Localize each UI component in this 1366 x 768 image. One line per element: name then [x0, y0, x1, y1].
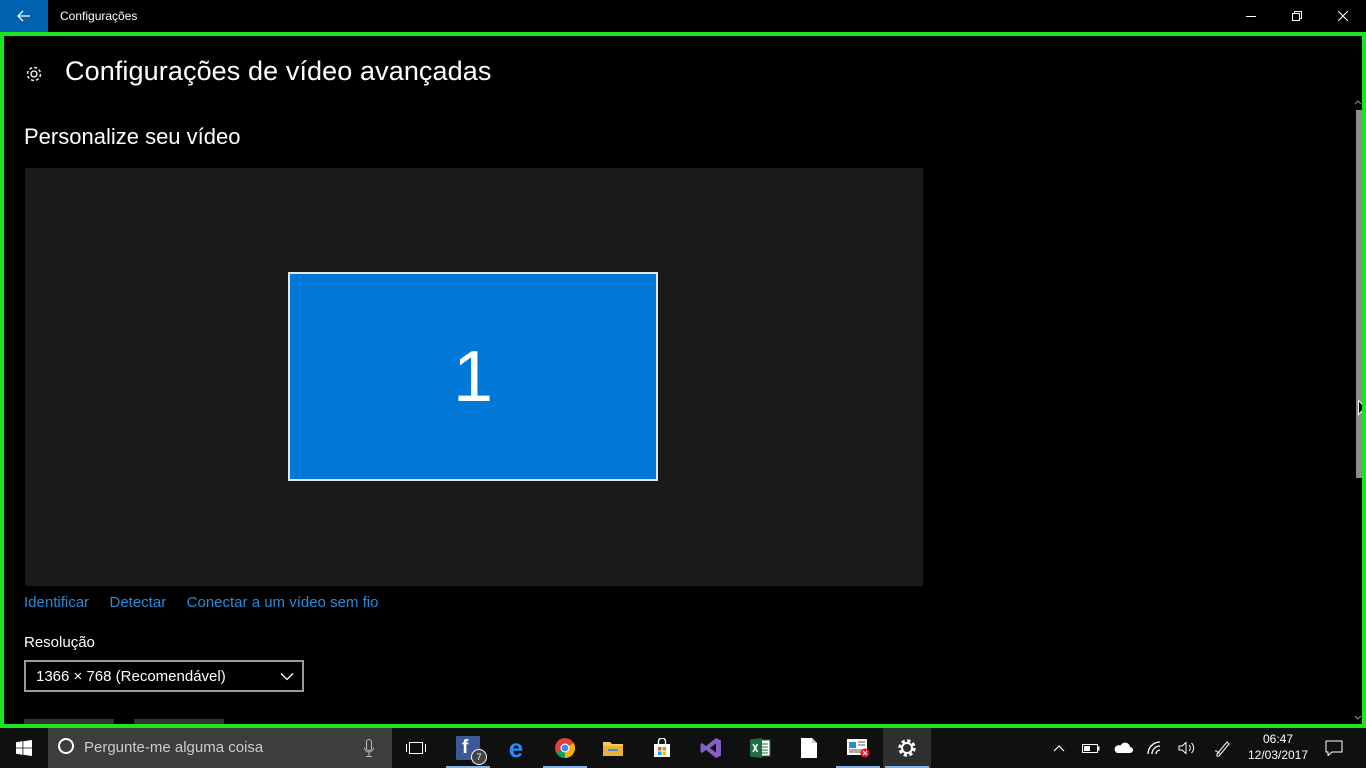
- taskbar-settings[interactable]: [883, 728, 931, 768]
- onedrive-tray[interactable]: [1108, 728, 1138, 768]
- chrome-icon: [555, 738, 576, 759]
- monitor-number: 1: [452, 336, 494, 417]
- microphone-icon[interactable]: [364, 739, 374, 757]
- gear-icon: [26, 66, 42, 82]
- page-title: Configurações de vídeo avançadas: [65, 56, 492, 86]
- taskbar-visual-studio[interactable]: [687, 728, 735, 768]
- clock-date: 12/03/2017: [1247, 748, 1309, 762]
- taskbar-file-explorer[interactable]: [589, 728, 637, 768]
- folder-icon: [603, 742, 623, 756]
- excel-icon: [750, 738, 771, 758]
- display-arrangement-area: 1: [25, 168, 923, 586]
- battery-icon: [1082, 744, 1100, 753]
- search-placeholder: Pergunte-me alguma coisa: [84, 739, 264, 756]
- store-bag-icon: [654, 738, 670, 757]
- scroll-down-arrow-icon[interactable]: [1354, 714, 1362, 722]
- show-hidden-icons-button[interactable]: [1044, 728, 1074, 768]
- scroll-up-arrow-icon[interactable]: [1354, 98, 1362, 106]
- action-center-button[interactable]: [1318, 728, 1350, 768]
- visual-studio-icon: [700, 738, 721, 758]
- title-bar: Configurações: [0, 0, 1366, 32]
- display-actions: Identificar Detectar Conectar a um vídeo…: [24, 594, 394, 614]
- edge-icon: e: [508, 733, 524, 763]
- clock[interactable]: 06:47 12/03/2017: [1242, 731, 1314, 763]
- wifi-icon: [1147, 741, 1161, 755]
- resolution-value: 1366 × 768 (Recomendável): [36, 667, 226, 685]
- apply-button[interactable]: [24, 719, 114, 724]
- connect-wireless-display-link[interactable]: Conectar a um vídeo sem fio: [187, 594, 379, 611]
- cancel-button[interactable]: [134, 719, 224, 724]
- taskbar-store[interactable]: [638, 728, 686, 768]
- detect-link[interactable]: Detectar: [110, 594, 167, 611]
- settings-window: Configurações de vídeo avançadas Persona…: [0, 32, 1366, 728]
- window-title: Configurações: [60, 9, 138, 23]
- minimize-icon: [1246, 16, 1256, 17]
- search-input[interactable]: Pergunte-me alguma coisa: [48, 728, 392, 768]
- document-icon: [801, 738, 817, 758]
- pen-workspace-tray[interactable]: [1208, 728, 1238, 768]
- identify-link[interactable]: Identificar: [24, 594, 89, 611]
- cloud-icon: [1114, 742, 1133, 753]
- chevron-down-icon: [280, 673, 294, 681]
- gear-icon: [898, 739, 916, 757]
- section-title: Personalize seu vídeo: [24, 124, 241, 149]
- resolution-label: Resolução: [24, 634, 95, 651]
- mouse-cursor-icon: [1358, 400, 1362, 416]
- scrollbar-thumb[interactable]: [1356, 110, 1362, 478]
- taskbar-excel[interactable]: [736, 728, 784, 768]
- cortana-icon: [58, 738, 74, 754]
- notification-icon: [1325, 740, 1343, 756]
- taskbar-chrome[interactable]: [541, 728, 589, 768]
- monitor-tile[interactable]: 1: [288, 272, 658, 481]
- resolution-dropdown[interactable]: 1366 × 768 (Recomendável): [24, 660, 304, 692]
- battery-tray[interactable]: [1076, 728, 1106, 768]
- taskbar-facebook[interactable]: f 7: [444, 728, 492, 768]
- restore-button[interactable]: [1274, 0, 1320, 32]
- start-button[interactable]: [0, 728, 48, 768]
- arrow-left-icon: [17, 10, 30, 22]
- task-view-icon: [406, 742, 426, 754]
- taskbar-news[interactable]: [834, 728, 882, 768]
- close-button[interactable]: [1320, 0, 1366, 32]
- taskbar-file[interactable]: [785, 728, 833, 768]
- speaker-icon: [1178, 741, 1195, 755]
- clock-time: 06:47: [1262, 732, 1294, 746]
- pen-icon: [1214, 741, 1230, 757]
- back-button[interactable]: [0, 0, 48, 32]
- windows-logo-icon: [16, 740, 32, 756]
- facebook-icon: f 7: [456, 736, 487, 765]
- chevron-up-icon: [1053, 745, 1065, 752]
- task-view-button[interactable]: [392, 728, 440, 768]
- volume-tray[interactable]: [1172, 728, 1202, 768]
- restore-icon: [1292, 11, 1302, 21]
- close-icon: [1338, 11, 1348, 21]
- network-tray[interactable]: [1141, 728, 1171, 768]
- taskbar-edge[interactable]: e: [492, 728, 540, 768]
- notification-badge: 7: [471, 749, 487, 765]
- minimize-button[interactable]: [1228, 0, 1274, 32]
- news-app-icon: [847, 739, 870, 758]
- taskbar: Pergunte-me alguma coisa f 7 e 06:47 12/…: [0, 728, 1366, 768]
